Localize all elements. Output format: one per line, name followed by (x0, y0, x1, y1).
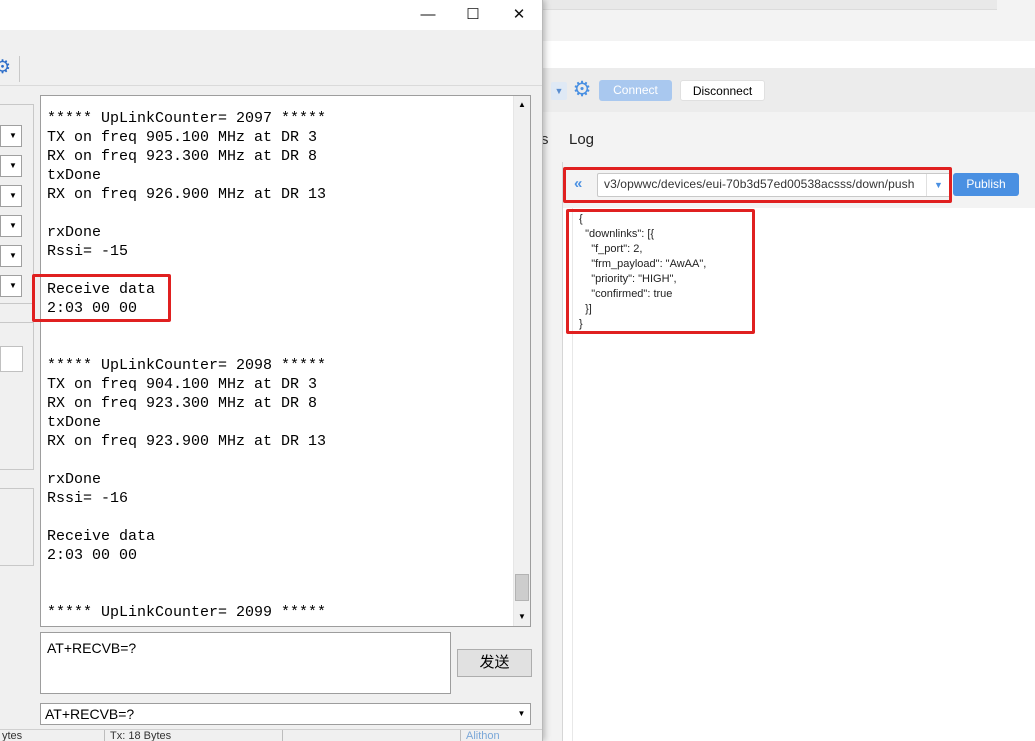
send-settings-group (0, 488, 34, 566)
databits-combo[interactable]: ▼ (0, 185, 22, 207)
chevron-down-icon: ▼ (9, 161, 17, 170)
topic-highlight-box (563, 167, 952, 203)
send-button[interactable]: 发送 (457, 649, 532, 677)
close-icon[interactable]: ✕ (496, 0, 542, 30)
payload-highlight-box (566, 209, 755, 334)
flow-combo[interactable]: ▼ (0, 275, 22, 297)
scroll-down-icon[interactable]: ▼ (514, 609, 530, 625)
parity-combo[interactable]: ▼ (0, 215, 22, 237)
status-rx: ytes (2, 731, 23, 741)
toolbar-separator (19, 56, 20, 82)
chevron-down-icon: ▼ (9, 251, 17, 260)
gear-icon[interactable]: ⚙ (571, 79, 593, 101)
chevron-down-icon[interactable]: ▼ (514, 705, 529, 723)
status-divider (282, 730, 283, 741)
disconnect-button[interactable]: Disconnect (680, 80, 765, 101)
tab-log[interactable]: Log (569, 131, 594, 148)
connect-button[interactable]: Connect (599, 80, 672, 101)
scroll-up-icon[interactable]: ▲ (514, 97, 530, 113)
serial-terminal-window: — ☐ ✕ ⚙ ▼ ▼ ▼ ▼ ▼ ▼ ***** UpLinkCounter=… (0, 0, 543, 741)
chevron-down-icon: ▼ (9, 191, 17, 200)
profile-dropdown-chevron-down-icon[interactable]: ▼ (551, 82, 567, 100)
status-divider (104, 730, 105, 741)
title-bar: — ☐ ✕ (0, 0, 542, 30)
toolbar (0, 30, 542, 86)
output-text: ***** UpLinkCounter= 2097 ***** TX on fr… (47, 110, 327, 621)
blank-band (541, 41, 1035, 68)
stopbits-combo[interactable]: ▼ (0, 245, 22, 267)
status-tx: Tx: 18 Bytes (110, 731, 172, 741)
window-top-strip (541, 0, 1035, 41)
settings-gear-icon[interactable]: ⚙ (0, 57, 14, 79)
command-combo-value: AT+RECVB=? (45, 706, 135, 722)
chevron-down-icon: ▼ (9, 221, 17, 230)
publish-button[interactable]: Publish (953, 173, 1019, 196)
scroll-thumb[interactable] (515, 574, 529, 601)
left-gutter (541, 162, 563, 741)
receive-settings-group (0, 322, 34, 470)
title-strip (541, 0, 997, 10)
maximize-icon[interactable]: ☐ (450, 0, 496, 30)
send-input-text: AT+RECVB=? (47, 640, 137, 656)
baud-combo[interactable]: ▼ (0, 155, 22, 177)
vertical-scrollbar[interactable] (513, 96, 530, 626)
status-divider (460, 730, 461, 741)
chevron-down-icon: ▼ (9, 131, 17, 140)
receive-data-highlight-box (32, 274, 171, 322)
port-combo[interactable]: ▼ (0, 125, 22, 147)
minimize-icon[interactable]: — (405, 0, 451, 30)
tabs-bar (541, 112, 1035, 162)
side-input[interactable] (0, 346, 23, 372)
mqtt-client-window: ▼ ⚙ Connect Disconnect s Log « v3/opwwc/… (541, 0, 1035, 741)
chevron-down-icon: ▼ (9, 281, 17, 290)
status-link[interactable]: Alithon (466, 731, 526, 741)
